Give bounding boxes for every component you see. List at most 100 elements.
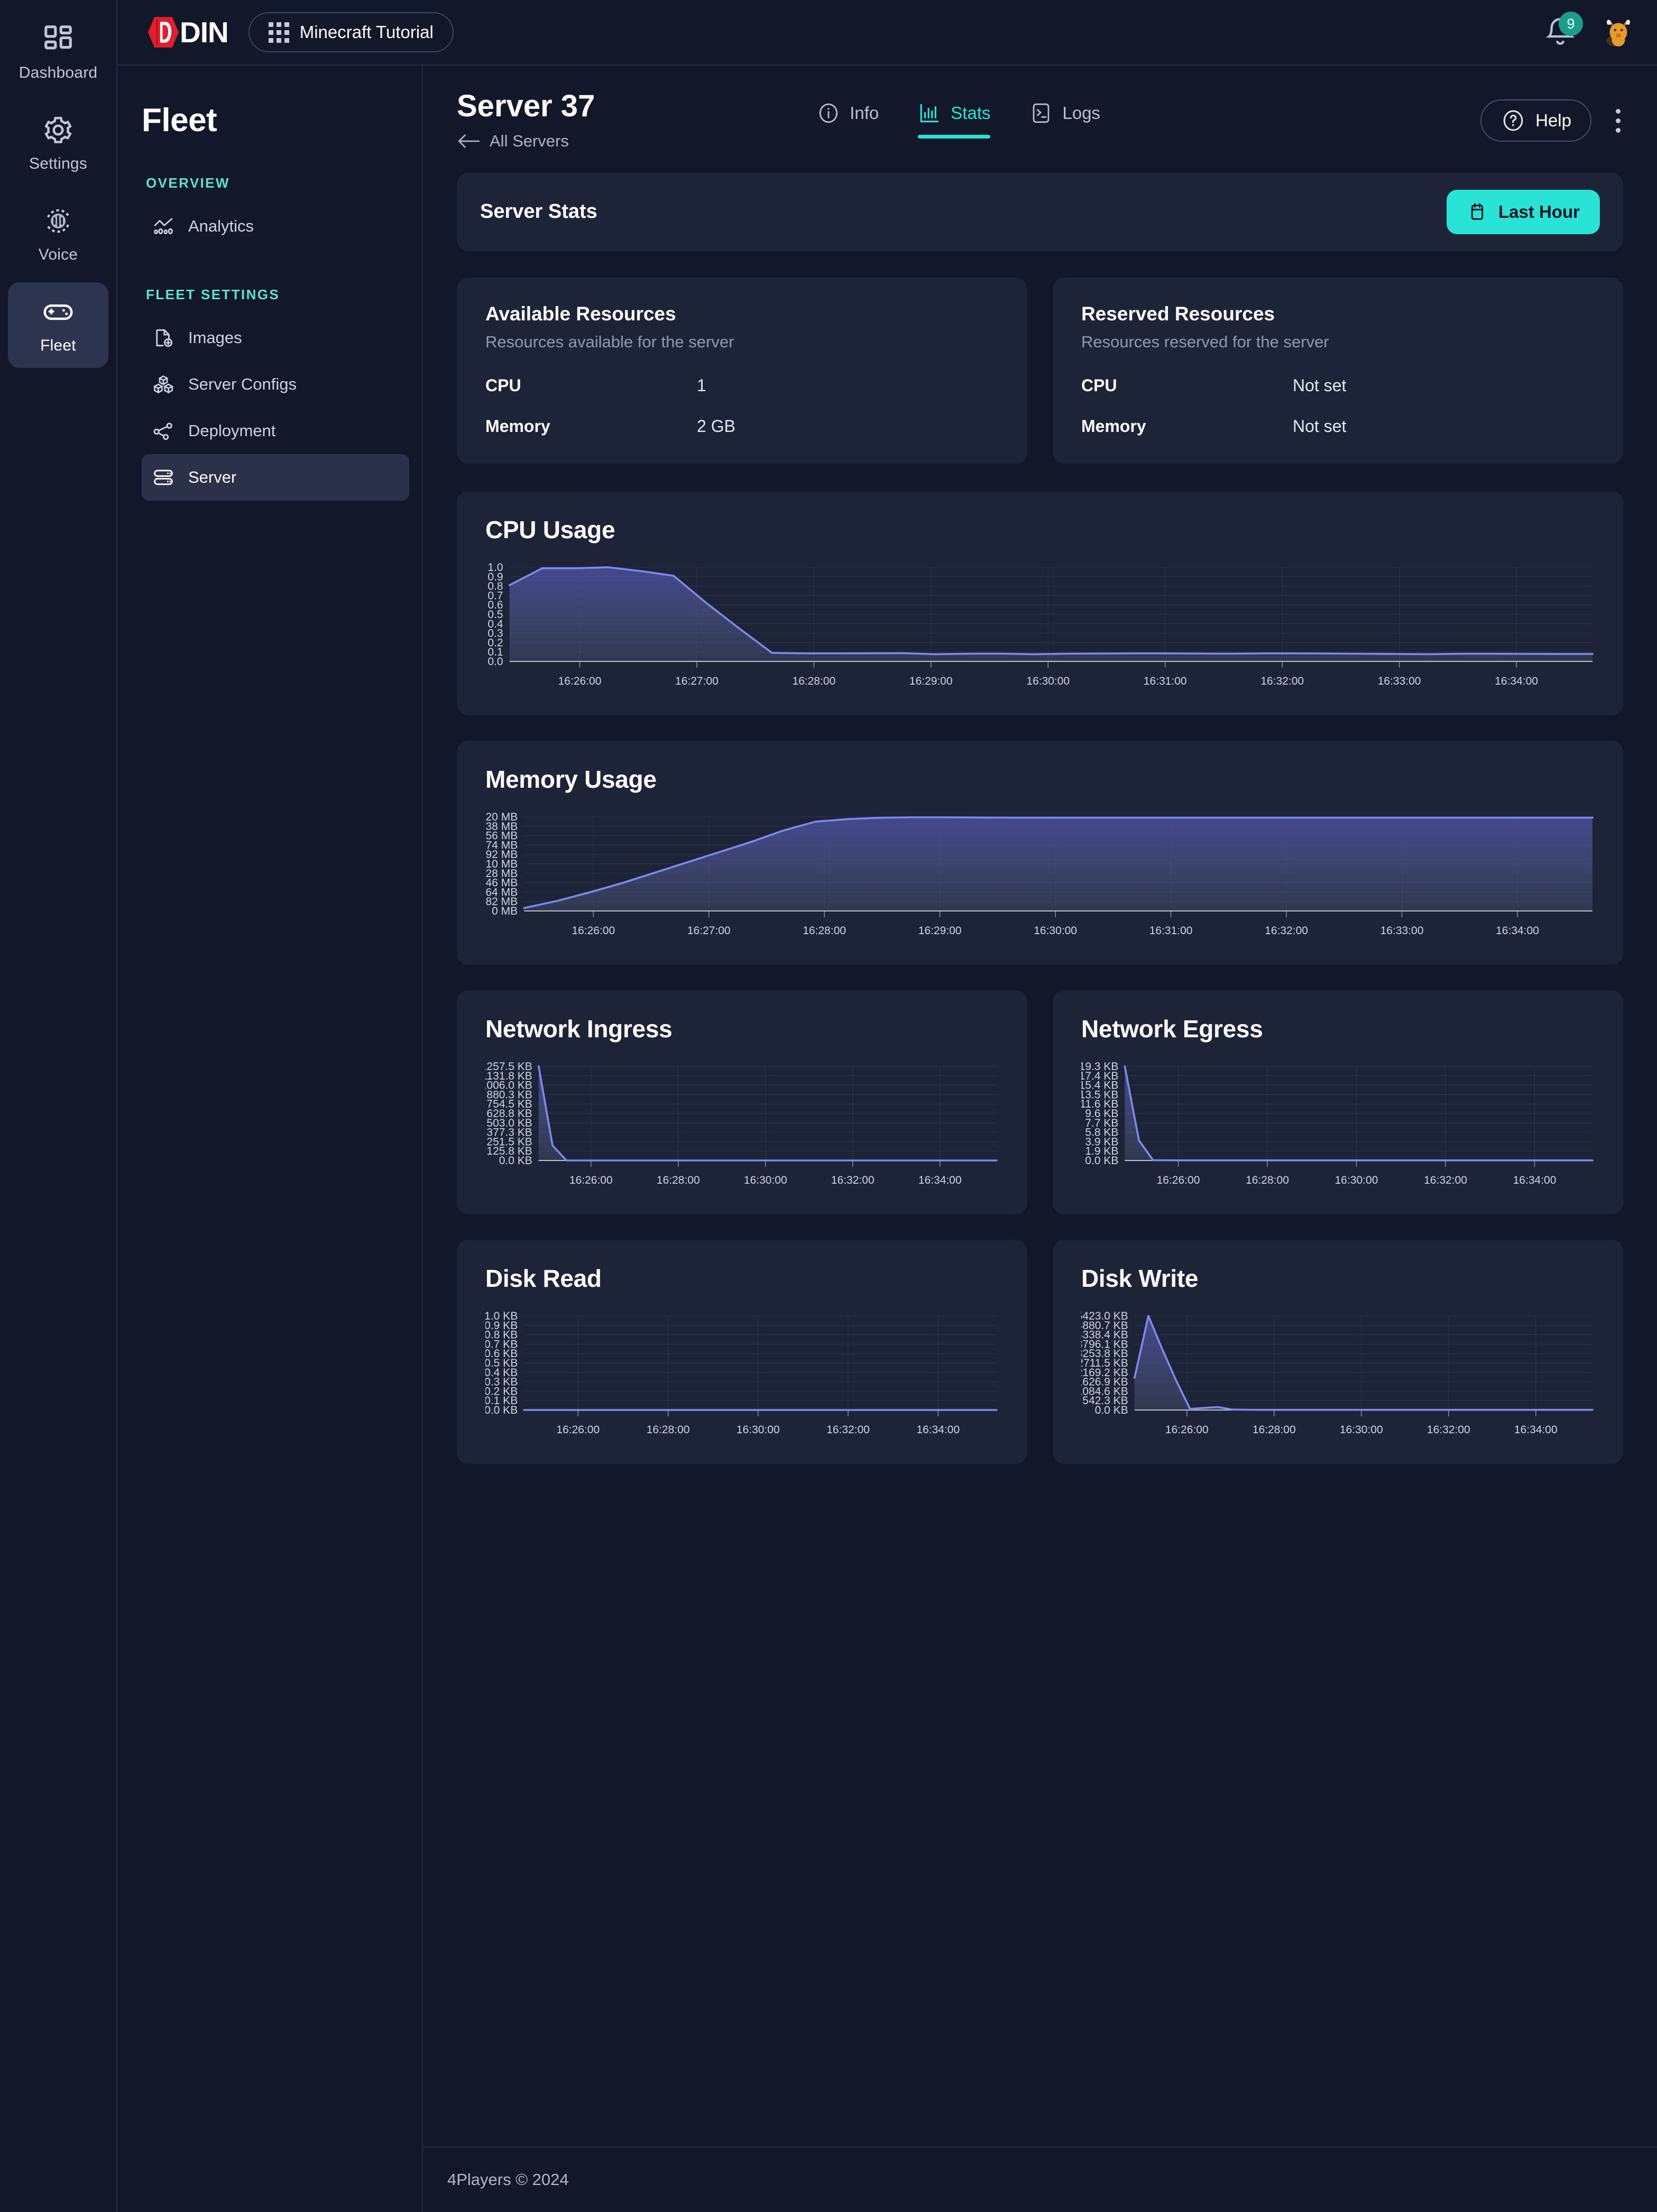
arrow-left-icon [458, 134, 480, 148]
project-selector[interactable]: Minecraft Tutorial [248, 12, 454, 52]
server-stats-bar: Server Stats Last Hour [457, 172, 1623, 251]
svg-text:16:29:00: 16:29:00 [918, 925, 962, 937]
time-range-label: Last Hour [1498, 201, 1580, 222]
help-label: Help [1535, 110, 1571, 130]
svg-text:16:26:00: 16:26:00 [1165, 1424, 1209, 1436]
stats-content: Server Stats Last Hour Available Resourc… [423, 151, 1657, 2146]
resource-key: CPU [1081, 375, 1117, 395]
grid-dots-icon [268, 22, 289, 43]
page-title: Server 37 [457, 89, 595, 123]
svg-text:5423.0 KB: 5423.0 KB [1081, 1311, 1128, 1322]
tab-stats[interactable]: Stats [918, 102, 991, 139]
odin-logo-icon [148, 17, 179, 48]
rail-item-voice[interactable]: Voice [8, 191, 108, 277]
svg-text:16:34:00: 16:34:00 [918, 1174, 962, 1186]
svg-text:16:32:00: 16:32:00 [1265, 925, 1308, 937]
app-root: Dashboard Settings Voice Fleet DIN Minec… [0, 0, 1657, 2212]
svg-text:16:34:00: 16:34:00 [1495, 675, 1538, 687]
svg-text:16:30:00: 16:30:00 [1335, 1174, 1378, 1186]
topbar: DIN Minecraft Tutorial 9 [117, 0, 1657, 66]
card-subtitle: Resources available for the server [485, 332, 734, 351]
copyright-text: 4Players © 2024 [447, 2170, 569, 2189]
svg-text:16:28:00: 16:28:00 [1253, 1424, 1296, 1436]
fleet-subnav: Fleet OVERVIEW Analytics FLEET SETTINGS [117, 66, 423, 2212]
svg-text:16:33:00: 16:33:00 [1378, 675, 1421, 687]
kebab-dot [1616, 127, 1621, 133]
resource-row: CPU 1 [485, 376, 999, 395]
main-content: Server 37 All Servers Info Stats Logs He… [423, 66, 1657, 2212]
back-to-all-servers[interactable]: All Servers [457, 132, 595, 151]
rail-label: Dashboard [19, 64, 98, 81]
more-options-button[interactable] [1608, 104, 1623, 138]
right-region: DIN Minecraft Tutorial 9 Fleet OVERVIEW … [117, 0, 1657, 2212]
sidebar-item-server-configs[interactable]: Server Configs [142, 361, 409, 408]
svg-text:16:28:00: 16:28:00 [647, 1424, 690, 1436]
dashboard-icon [44, 25, 72, 50]
svg-text:16:26:00: 16:26:00 [1157, 1174, 1200, 1186]
tab-label: Logs [1062, 103, 1101, 123]
help-button[interactable]: Help [1480, 99, 1591, 142]
blocks-icon [153, 375, 174, 394]
svg-text:16:33:00: 16:33:00 [1380, 925, 1424, 937]
time-range-button[interactable]: Last Hour [1446, 189, 1600, 234]
info-icon [820, 103, 838, 123]
page-header-actions: Help [1480, 99, 1623, 142]
rail-item-dashboard[interactable]: Dashboard [8, 10, 108, 95]
svg-text:16:32:00: 16:32:00 [826, 1424, 870, 1436]
chart-title: Network Ingress [485, 1015, 673, 1043]
gear-icon [44, 117, 72, 143]
card-subtitle: Resources reserved for the server [1081, 332, 1329, 351]
project-name: Minecraft Tutorial [299, 22, 434, 42]
network-ingress-chart-card: Network Ingress 0.0 KB 125.8 KB 251.5 KB 37… [457, 990, 1027, 1214]
back-label: All Servers [490, 131, 569, 150]
rail-label: Fleet [40, 337, 76, 354]
rail-item-fleet[interactable]: Fleet [8, 282, 108, 368]
notifications-button[interactable]: 9 [1542, 12, 1583, 51]
sidebar-item-label: Analytics [188, 217, 254, 235]
nav-group-gap [142, 250, 409, 287]
page-footer: 4Players © 2024 [423, 2146, 1657, 2212]
svg-text:16:29:00: 16:29:00 [909, 675, 953, 687]
reserved-resources-card: Reserved Resources Resources reserved fo… [1053, 277, 1623, 464]
svg-text:16:31:00: 16:31:00 [1144, 675, 1187, 687]
network-egress-plot: 0.0 KB 1.9 KB 3.9 KB 5.8 KB 7.7 KB 9.6 KB 11.6… [1081, 1061, 1595, 1193]
tab-info[interactable]: Info [817, 102, 879, 139]
sidebar-item-analytics[interactable]: Analytics [142, 203, 409, 250]
brand-logo[interactable]: DIN [145, 14, 229, 51]
disk-read-plot: 0.0 KB 0.1 KB 0.2 KB 0.3 KB 0.4 KB 0.5 KB 0.6 … [485, 1311, 999, 1443]
chart-title: Memory Usage [485, 765, 657, 793]
rail-label: Settings [29, 155, 87, 172]
svg-text:16:32:00: 16:32:00 [1427, 1424, 1470, 1436]
avatar[interactable] [1601, 15, 1636, 50]
svg-text:16:30:00: 16:30:00 [1026, 675, 1070, 687]
chart-title: Disk Write [1081, 1264, 1199, 1292]
disk-write-plot: 0.0 KB 542.3 KB 1084.6 KB 1626.9 KB 2169.2 K… [1081, 1311, 1595, 1443]
server-icon [154, 469, 173, 485]
sidebar-item-label: Server Configs [188, 375, 297, 393]
svg-text:16:30:00: 16:30:00 [737, 1424, 780, 1436]
sidebar-item-server[interactable]: Server [142, 454, 409, 501]
disk-charts-row: Disk Read 0.0 KB 0.1 KB 0.2 KB 0.3 KB 0.4 KB… [457, 1239, 1623, 1464]
group-label-overview: OVERVIEW [146, 175, 230, 191]
svg-text:16:26:00: 16:26:00 [572, 925, 615, 937]
tab-logs[interactable]: Logs [1029, 102, 1100, 139]
resource-row: Memory Not set [1081, 417, 1595, 436]
sidebar-item-deployment[interactable]: Deployment [142, 408, 409, 454]
sidebar-item-images[interactable]: Images [142, 315, 409, 361]
svg-text:16:27:00: 16:27:00 [687, 925, 731, 937]
resource-key: Memory [485, 416, 550, 436]
server-stats-title: Server Stats [480, 200, 597, 223]
below-topbar: Fleet OVERVIEW Analytics FLEET SETTINGS [117, 66, 1657, 2212]
sidebar-item-label: Images [188, 328, 242, 347]
analytics-icon [154, 218, 173, 235]
svg-text:16:27:00: 16:27:00 [675, 675, 719, 687]
image-file-icon [156, 329, 173, 347]
page-title-block: Server 37 All Servers [457, 89, 595, 151]
resource-row: Memory 2 GB [485, 417, 999, 436]
cpu-usage-chart-card: CPU Usage 0.0 0.1 0.2 0.3 0.4 0.5 0.6 0.7 0.8 0.9… [457, 491, 1623, 715]
resource-value: 2 GB [697, 416, 735, 436]
memory-usage-plot: 0 MB82 MB164 MB246 MB328 MB410 MB492 MB5… [485, 812, 1595, 944]
svg-text:16:28:00: 16:28:00 [793, 675, 836, 687]
rail-item-settings[interactable]: Settings [8, 100, 108, 186]
subnav-title: Fleet [142, 102, 217, 139]
